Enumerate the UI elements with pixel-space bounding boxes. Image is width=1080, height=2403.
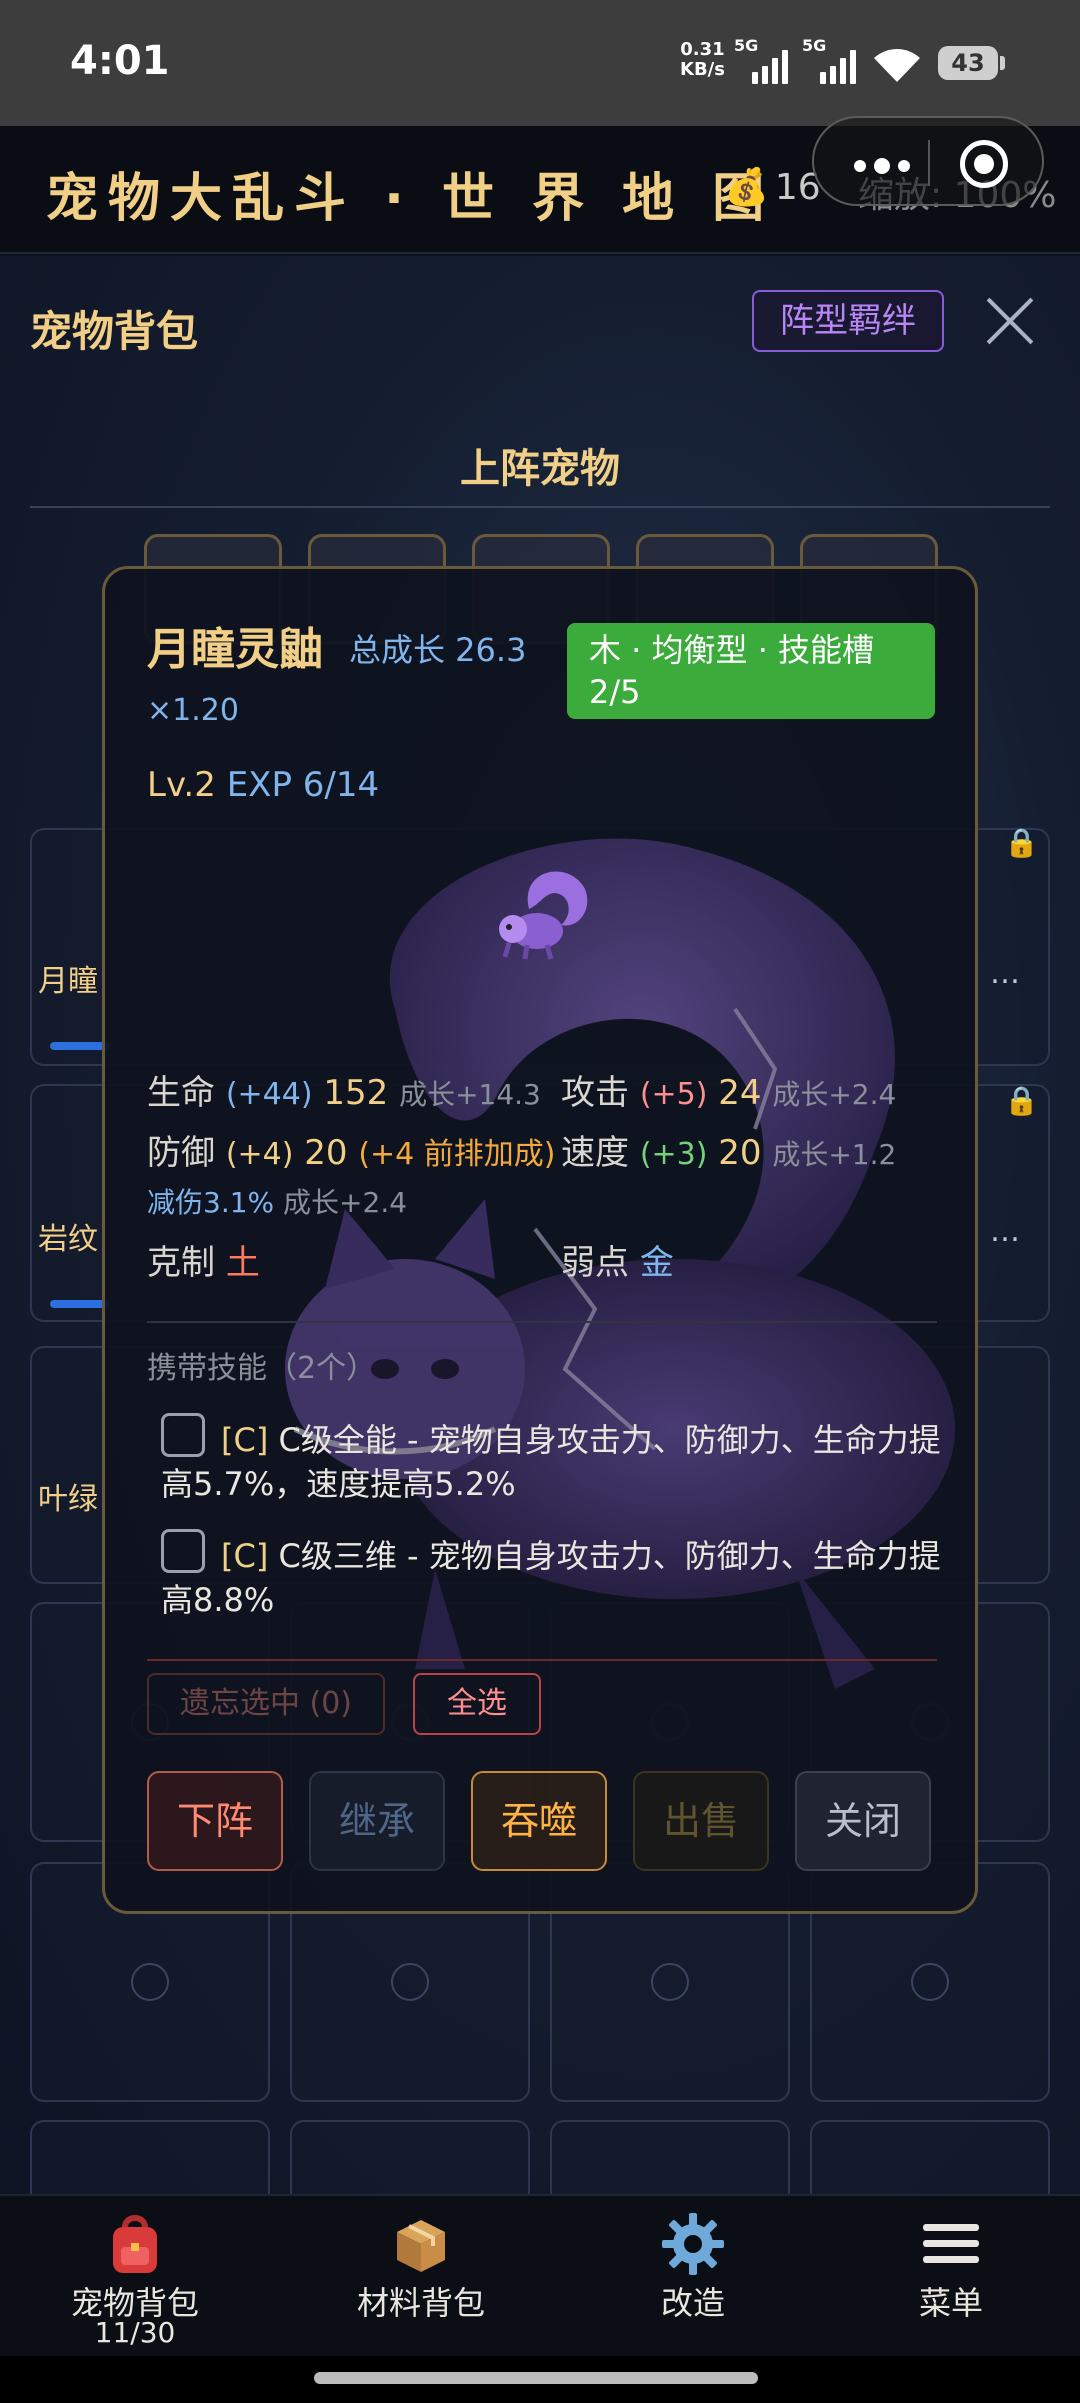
lock-icon[interactable]: 🔒 xyxy=(1004,826,1039,859)
status-bar: 4:01 0.31 KB/s 5G 5G 43 xyxy=(0,0,1080,126)
skill-checkbox[interactable] xyxy=(161,1529,205,1573)
forget-selected-button[interactable]: 遗忘选中 (0) xyxy=(147,1673,385,1735)
devour-button[interactable]: 吞噬 xyxy=(471,1771,607,1871)
capsule-divider xyxy=(928,140,930,186)
game-title: 宠物大乱斗 · 世 界 地 图 xyxy=(46,169,775,229)
inherit-button[interactable]: 继承 xyxy=(309,1771,445,1871)
pet-detail-modal: 月瞳灵鼬 总成长 26.3 ×1.20 木 · 均衡型 · 技能槽 2/5 Lv… xyxy=(102,566,978,1914)
weakness-element: 弱点 金 xyxy=(561,1243,674,1283)
status-time: 4:01 xyxy=(70,38,170,84)
exp-bar xyxy=(50,1300,110,1308)
pet-bag-count: 11/30 xyxy=(94,2316,176,2349)
more-icon[interactable]: … xyxy=(990,1214,1020,1249)
close-button[interactable]: 关闭 xyxy=(795,1771,931,1871)
stat-hp: 生命 (+44) 152 成长+14.3 xyxy=(147,1073,541,1113)
skill-checkbox[interactable] xyxy=(161,1413,205,1457)
sell-button[interactable]: 出售 xyxy=(633,1771,769,1871)
damage-reduction: 减伤3.1% 成长+2.4 xyxy=(147,1186,408,1219)
stat-speed: 速度 (+3) 20 成长+1.2 xyxy=(561,1133,897,1173)
pet-growth-multiplier: ×1.20 xyxy=(147,693,239,728)
battery-icon: 43 xyxy=(938,46,1005,80)
empty-slot-icon xyxy=(911,1963,949,2001)
skills-header: 携带技能（2个） xyxy=(147,1351,377,1386)
exp-bar xyxy=(50,1042,110,1050)
wifi-icon xyxy=(874,49,920,82)
counters-element: 克制 土 xyxy=(147,1243,260,1283)
coin-icon: 💰 xyxy=(724,167,769,208)
select-all-button[interactable]: 全选 xyxy=(413,1673,541,1735)
section-title: 上阵宠物 xyxy=(460,446,620,492)
skill-item: [C] C级全能 - 宠物自身攻击力、防御力、生命力提高5.7%，速度提高5.2… xyxy=(161,1413,941,1506)
miniprogram-capsule xyxy=(812,116,1044,206)
pet-card-name: 岩纹 xyxy=(38,1222,98,1257)
formation-bond-button[interactable]: 阵型羁绊 xyxy=(752,290,944,352)
nav-pet-bag[interactable]: 宠物背包 11/30 xyxy=(0,2196,270,2358)
menu-icon xyxy=(816,2208,1080,2280)
pet-card-name: 月瞳 xyxy=(38,964,98,999)
skills-divider xyxy=(147,1659,937,1661)
stat-attack: 攻击 (+5) 24 成长+2.4 xyxy=(561,1073,897,1113)
stats-divider xyxy=(147,1321,937,1323)
pet-card-name: 叶绿 xyxy=(38,1482,98,1517)
box-icon xyxy=(286,2208,556,2280)
pet-total-growth: 总成长 26.3 xyxy=(349,631,527,669)
pet-level: Lv.2 EXP 6/14 xyxy=(147,765,380,805)
nav-menu[interactable]: 菜单 xyxy=(816,2196,1080,2358)
signal-icon xyxy=(752,50,788,84)
coin-counter: 💰 16 xyxy=(724,167,821,208)
remove-from-team-button[interactable]: 下阵 xyxy=(147,1771,283,1871)
home-indicator[interactable] xyxy=(314,2372,758,2384)
stat-defense: 防御 (+4) 20 (+4 前排加成) xyxy=(147,1133,556,1173)
more-options-icon[interactable] xyxy=(854,158,910,174)
empty-slot-icon xyxy=(391,1963,429,2001)
pet-sprite xyxy=(499,871,588,960)
nav-material-bag[interactable]: 材料背包 xyxy=(286,2196,556,2358)
gear-icon xyxy=(558,2208,828,2280)
close-icon[interactable] xyxy=(982,292,1038,348)
empty-slot-icon xyxy=(651,1963,689,2001)
section-divider xyxy=(30,506,1050,508)
close-miniprogram-icon[interactable] xyxy=(960,140,1008,188)
lock-icon[interactable]: 🔒 xyxy=(1004,1084,1039,1117)
network-speed: 0.31 KB/s xyxy=(680,39,725,80)
empty-slot-icon xyxy=(131,1963,169,2001)
pet-type-tag: 木 · 均衡型 · 技能槽 2/5 xyxy=(567,623,935,719)
signal-icon-2 xyxy=(820,50,856,84)
pet-name: 月瞳灵鼬 xyxy=(147,624,323,675)
more-icon[interactable]: … xyxy=(990,956,1020,991)
panel-title: 宠物背包 xyxy=(30,307,199,356)
nav-upgrade[interactable]: 改造 xyxy=(558,2196,828,2358)
bottom-nav: 宠物背包 11/30 材料背包 改造 菜单 xyxy=(0,2194,1080,2356)
skill-item: [C] C级三维 - 宠物自身攻击力、防御力、生命力提高8.8% xyxy=(161,1529,941,1622)
backpack-icon xyxy=(0,2208,270,2280)
